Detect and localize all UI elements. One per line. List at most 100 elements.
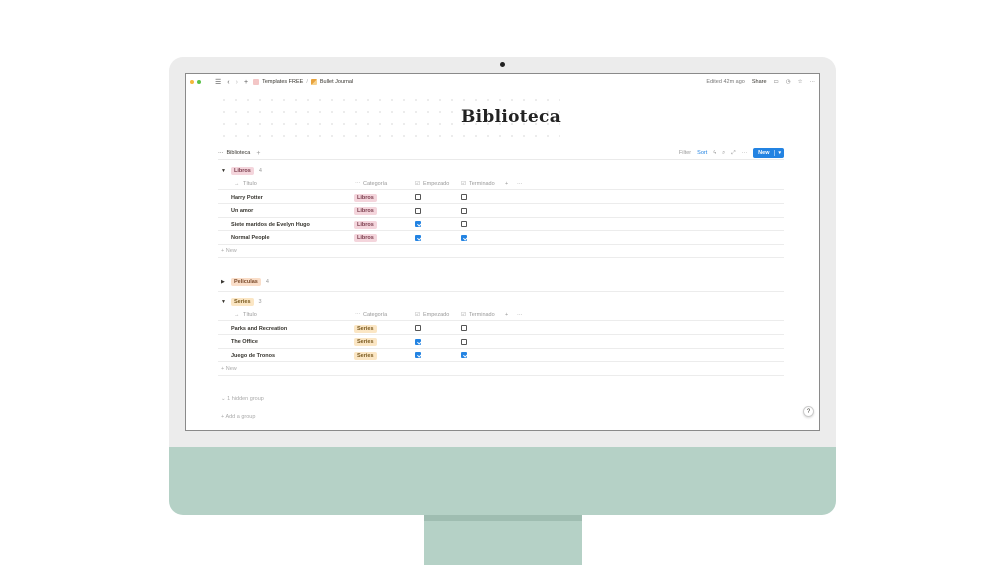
breadcrumb-separator: /: [306, 79, 308, 85]
finished-checkbox[interactable]: [461, 234, 467, 241]
group-count: 4: [258, 168, 262, 174]
automation-icon[interactable]: ϟ: [713, 150, 716, 156]
breadcrumb-bullet-journal[interactable]: Bullet Journal: [320, 79, 353, 85]
table-row[interactable]: Juego de Tronos Series: [218, 349, 784, 362]
group-header-peliculas[interactable]: ▶ Peliculas 4: [221, 278, 269, 286]
title-column-icon: →: [234, 312, 240, 318]
monitor-mockup: ☰ ‹ › + Templates FREE / Bullet Journal …: [0, 0, 1005, 565]
started-checkbox[interactable]: [415, 352, 421, 358]
top-bar-actions: Edited 42m ago Share ▭ ◷ ☆ ···: [706, 79, 815, 85]
finished-checkbox[interactable]: [461, 221, 467, 227]
add-group-button[interactable]: + Add a group: [221, 414, 255, 420]
row-category-tag: Series: [354, 324, 377, 333]
history-icon[interactable]: ◷: [786, 79, 791, 85]
table-row[interactable]: The Office Series: [218, 335, 784, 349]
row-title[interactable]: Normal People: [231, 235, 270, 241]
caret-right-icon[interactable]: ▶: [221, 279, 226, 285]
column-finished[interactable]: Terminado: [469, 181, 495, 187]
group-tag: Peliculas: [231, 278, 261, 286]
more-icon[interactable]: ···: [810, 79, 816, 85]
sort-button[interactable]: Sort: [697, 150, 707, 156]
comments-icon[interactable]: ▭: [774, 79, 779, 85]
table-row[interactable]: Parks and Recreation Series: [218, 322, 784, 335]
table-row[interactable]: Un amor Libros: [218, 204, 784, 218]
finished-checkbox[interactable]: [461, 207, 467, 214]
column-title[interactable]: Título: [243, 312, 257, 318]
column-category[interactable]: Categoría: [363, 181, 387, 187]
row-category-tag: Series: [354, 338, 377, 346]
expand-icon[interactable]: ⤢: [731, 150, 735, 157]
started-checkbox[interactable]: [415, 221, 421, 227]
view-actions: Filter Sort ϟ ⌕ ⤢ ··· New ▾: [679, 148, 784, 158]
group-divider: [218, 291, 784, 292]
view-bar-divider: [218, 159, 784, 160]
column-more-icon[interactable]: ···: [517, 181, 523, 187]
row-category-tag: Libros: [354, 234, 377, 242]
column-headers: → Título ⋯ Categoría ☑ Empezado ☑ Termin…: [218, 178, 784, 190]
table-row[interactable]: Harry Potter Libros: [218, 191, 784, 204]
row-title[interactable]: Siete maridos de Evelyn Hugo: [231, 222, 310, 228]
new-button[interactable]: New ▾: [753, 148, 784, 158]
column-title[interactable]: Título: [243, 181, 257, 187]
table-row[interactable]: Normal People Libros: [218, 231, 784, 245]
group-tag: Libros: [231, 167, 254, 175]
view-tab-label: Biblioteca: [226, 149, 251, 156]
forward-icon[interactable]: ›: [236, 79, 238, 86]
search-icon[interactable]: ⌕: [722, 150, 725, 157]
row-category-tag: Libros: [354, 207, 377, 215]
edited-timestamp: Edited 42m ago: [706, 79, 745, 85]
maximize-dot[interactable]: [197, 80, 201, 84]
started-checkbox[interactable]: [415, 194, 421, 200]
favorite-star-icon[interactable]: ☆: [798, 79, 803, 85]
menu-icon[interactable]: ☰: [215, 79, 221, 86]
add-column-icon[interactable]: +: [505, 312, 508, 318]
hidden-groups-toggle[interactable]: ⌄ 1 hidden group: [221, 396, 264, 402]
group-header-libros[interactable]: ▼ Libros 4: [221, 167, 262, 175]
group-count: 4: [265, 279, 269, 285]
row-title[interactable]: Harry Potter: [231, 195, 263, 201]
view-more-icon[interactable]: ···: [742, 150, 748, 156]
started-checkbox[interactable]: [415, 207, 421, 214]
group-header-series[interactable]: ▼ Series 3: [221, 298, 262, 306]
back-icon[interactable]: ‹: [227, 79, 229, 86]
row-title[interactable]: Un amor: [231, 208, 253, 214]
help-button[interactable]: ?: [803, 406, 814, 417]
finished-checkbox[interactable]: [461, 194, 467, 200]
column-finished[interactable]: Terminado: [469, 312, 495, 318]
add-group-label: Add a group: [225, 414, 256, 420]
minimize-dot[interactable]: [190, 80, 194, 84]
filter-button[interactable]: Filter: [679, 150, 691, 156]
new-page-icon[interactable]: +: [244, 79, 248, 86]
chevron-down-icon[interactable]: ▾: [774, 150, 784, 156]
finished-checkbox[interactable]: [461, 352, 467, 358]
group-divider: [218, 375, 784, 376]
view-tab-biblioteca[interactable]: ··· Biblioteca: [218, 147, 251, 160]
column-started[interactable]: Empezado: [423, 312, 449, 318]
add-column-icon[interactable]: +: [505, 181, 508, 187]
monitor-stand: [424, 515, 582, 565]
caret-down-icon[interactable]: ▼: [221, 168, 226, 174]
finished-checkbox[interactable]: [461, 338, 467, 345]
caret-down-icon[interactable]: ▼: [221, 299, 226, 305]
share-button[interactable]: Share: [752, 79, 767, 85]
breadcrumb-templates[interactable]: Templates FREE: [262, 79, 303, 85]
top-bar: ☰ ‹ › + Templates FREE / Bullet Journal …: [186, 74, 819, 90]
column-headers: → Título ⋯ Categoría ☑ Empezado ☑ Termin…: [218, 309, 784, 321]
row-title[interactable]: The Office: [231, 339, 258, 345]
column-more-icon[interactable]: ···: [517, 312, 523, 318]
database-view-bar: ··· Biblioteca + Filter Sort ϟ ⌕ ⤢ ··· N…: [218, 146, 784, 160]
started-checkbox[interactable]: [415, 325, 421, 331]
table-row[interactable]: Siete maridos de Evelyn Hugo Libros: [218, 218, 784, 231]
started-checkbox[interactable]: [415, 234, 421, 241]
column-started[interactable]: Empezado: [423, 181, 449, 187]
add-view-icon[interactable]: +: [256, 150, 260, 157]
column-category[interactable]: Categoría: [363, 312, 387, 318]
started-checkbox[interactable]: [415, 338, 421, 345]
add-row-button[interactable]: + New: [221, 366, 237, 372]
add-row-button[interactable]: + New: [221, 248, 237, 254]
breadcrumb: Templates FREE / Bullet Journal: [253, 79, 353, 85]
row-title[interactable]: Parks and Recreation: [231, 326, 287, 332]
finished-checkbox[interactable]: [461, 325, 467, 331]
bullet-journal-page-icon: [310, 79, 317, 85]
row-title[interactable]: Juego de Tronos: [231, 353, 275, 359]
